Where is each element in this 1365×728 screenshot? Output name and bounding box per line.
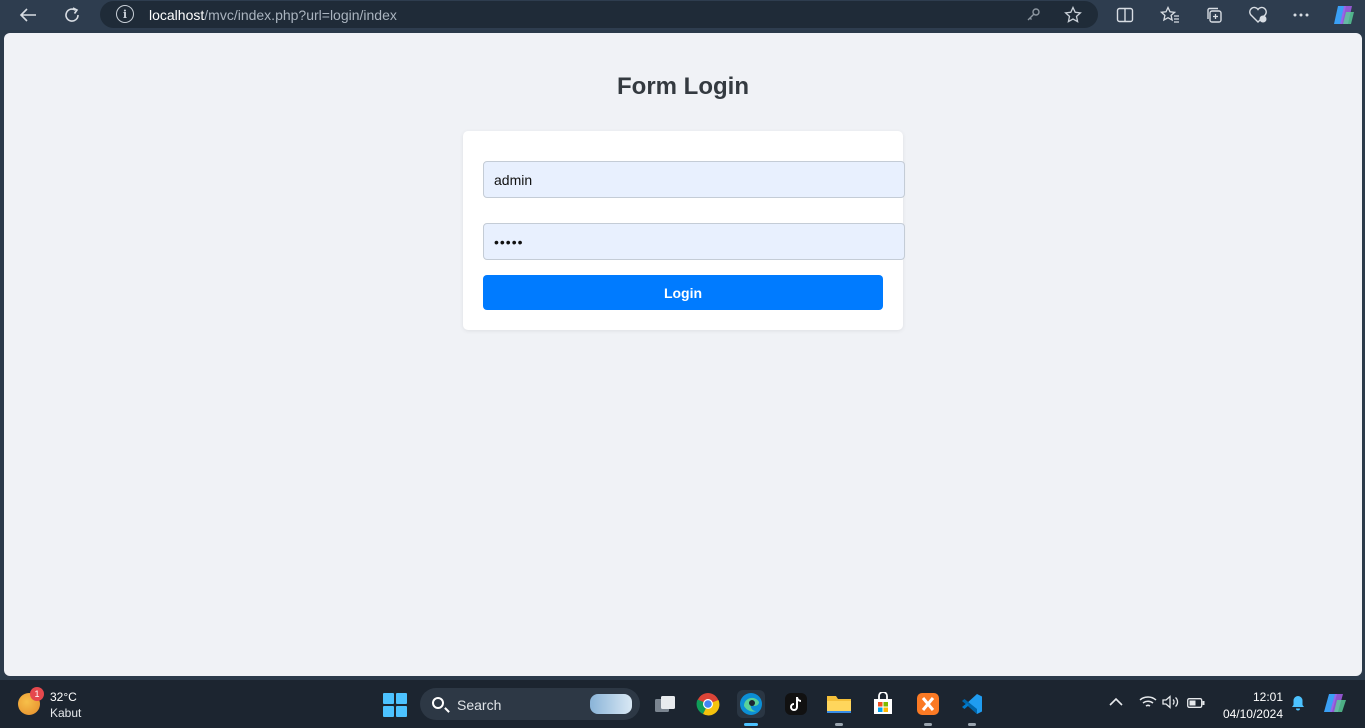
login-button[interactable]: Login [483, 275, 883, 310]
vscode-indicator [968, 723, 976, 726]
file-explorer-icon[interactable] [825, 690, 853, 726]
search-label: Search [457, 697, 502, 713]
refresh-icon[interactable] [61, 4, 83, 26]
show-hidden-icons-icon[interactable] [1109, 696, 1123, 710]
back-arrow-icon[interactable] [17, 4, 39, 26]
copilot-taskbar-icon[interactable] [1322, 692, 1348, 719]
site-info-icon[interactable]: i [116, 5, 134, 23]
collections-icon[interactable] [1203, 4, 1225, 26]
file-explorer-indicator [835, 723, 843, 726]
xampp-indicator [924, 723, 932, 726]
split-screen-icon[interactable] [1114, 4, 1136, 26]
more-menu-icon[interactable] [1290, 4, 1312, 26]
page-title: Form Login [617, 73, 749, 100]
favorites-icon[interactable] [1159, 4, 1181, 26]
edge-icon[interactable] [737, 690, 765, 726]
chrome-icon[interactable] [694, 690, 722, 718]
taskbar: 1 32°C Kabut Search 12:01 04/10/2024 [0, 680, 1365, 728]
address-path: /mvc/index.php?url=login/index [204, 7, 397, 23]
username-input[interactable] [483, 161, 905, 198]
wifi-icon[interactable] [1139, 695, 1157, 712]
login-card: Login [463, 131, 905, 330]
taskbar-search[interactable]: Search [420, 688, 640, 720]
password-input[interactable] [483, 223, 905, 260]
clock-time[interactable]: 12:01 [1252, 690, 1283, 704]
page-viewport: Form Login Login [4, 33, 1362, 676]
favorite-star-icon[interactable] [1062, 4, 1084, 26]
weather-badge: 1 [30, 687, 44, 701]
password-key-icon[interactable] [1022, 4, 1044, 26]
search-icon [432, 697, 444, 709]
clock-date[interactable]: 04/10/2024 [1220, 707, 1283, 721]
address-bar[interactable]: i localhost/mvc/index.php?url=login/inde… [100, 1, 1098, 28]
task-view-icon[interactable] [651, 690, 679, 718]
vscode-icon[interactable] [958, 690, 986, 726]
microsoft-store-icon[interactable] [869, 690, 897, 718]
address-url[interactable]: localhost/mvc/index.php?url=login/index [149, 7, 397, 23]
xampp-icon[interactable] [914, 690, 942, 726]
search-highlight-image [590, 694, 632, 714]
edge-active-indicator [744, 723, 758, 726]
browser-essentials-icon[interactable] [1247, 4, 1269, 26]
volume-icon[interactable] [1162, 695, 1180, 712]
browser-toolbar: i localhost/mvc/index.php?url=login/inde… [0, 0, 1365, 30]
start-menu-icon[interactable] [383, 693, 407, 717]
weather-condition: Kabut [50, 706, 82, 720]
weather-temperature: 32°C [50, 690, 77, 704]
weather-widget[interactable]: 1 32°C Kabut [18, 687, 98, 721]
address-host: localhost [149, 7, 205, 23]
notification-bell-icon[interactable] [1291, 695, 1305, 714]
tiktok-icon[interactable] [782, 690, 810, 718]
battery-icon[interactable] [1187, 697, 1205, 711]
copilot-icon[interactable] [1331, 2, 1357, 28]
